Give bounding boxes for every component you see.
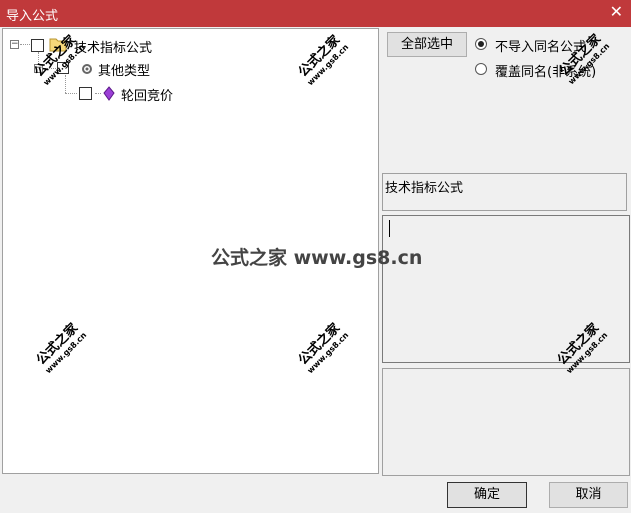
- text-cursor: [389, 220, 390, 237]
- watermark-stamp: 公式之家 www.gs8.cn: [295, 320, 351, 376]
- formula-checkbox[interactable]: [79, 87, 92, 100]
- tree-connector: [20, 44, 30, 45]
- tree-connector: [95, 93, 101, 94]
- tree-node-label: 轮回竞价: [121, 89, 174, 104]
- category-info-panel: 技术指标公式: [382, 173, 627, 211]
- ok-button[interactable]: 确定: [447, 482, 527, 508]
- tree-connector: [65, 93, 77, 94]
- tree-node-label: 技术指标公式: [74, 41, 153, 56]
- watermark-stamp: 公式之家 www.gs8.cn: [295, 32, 351, 88]
- watermark-stamp: 公式之家 www.gs8.cn: [33, 320, 89, 376]
- gear-icon: [82, 64, 92, 74]
- title-bar: 导入公式 ✕: [0, 0, 631, 27]
- formula-gem-icon: [103, 86, 115, 101]
- radio-overwrite-same-name[interactable]: 覆盖同名(非系统): [475, 61, 625, 80]
- tree-node-root[interactable]: − 技术指标公式: [3, 35, 203, 56]
- category-text: 技术指标公式: [385, 181, 464, 196]
- tree-node-formula[interactable]: 轮回竞价: [3, 84, 203, 104]
- tree-node-label: 其他类型: [98, 64, 151, 79]
- window-title: 导入公式: [6, 9, 59, 24]
- preview-panel: [382, 368, 630, 476]
- watermark-center-text: 公式之家 www.gs8.cn: [211, 247, 423, 269]
- cancel-button[interactable]: 取消: [549, 482, 628, 508]
- radio-button[interactable]: [475, 63, 487, 75]
- close-icon[interactable]: ✕: [610, 3, 623, 21]
- root-checkbox[interactable]: [31, 39, 44, 52]
- collapse-icon[interactable]: −: [10, 40, 19, 49]
- select-all-button[interactable]: 全部选中: [387, 32, 467, 57]
- radio-button[interactable]: [475, 38, 487, 50]
